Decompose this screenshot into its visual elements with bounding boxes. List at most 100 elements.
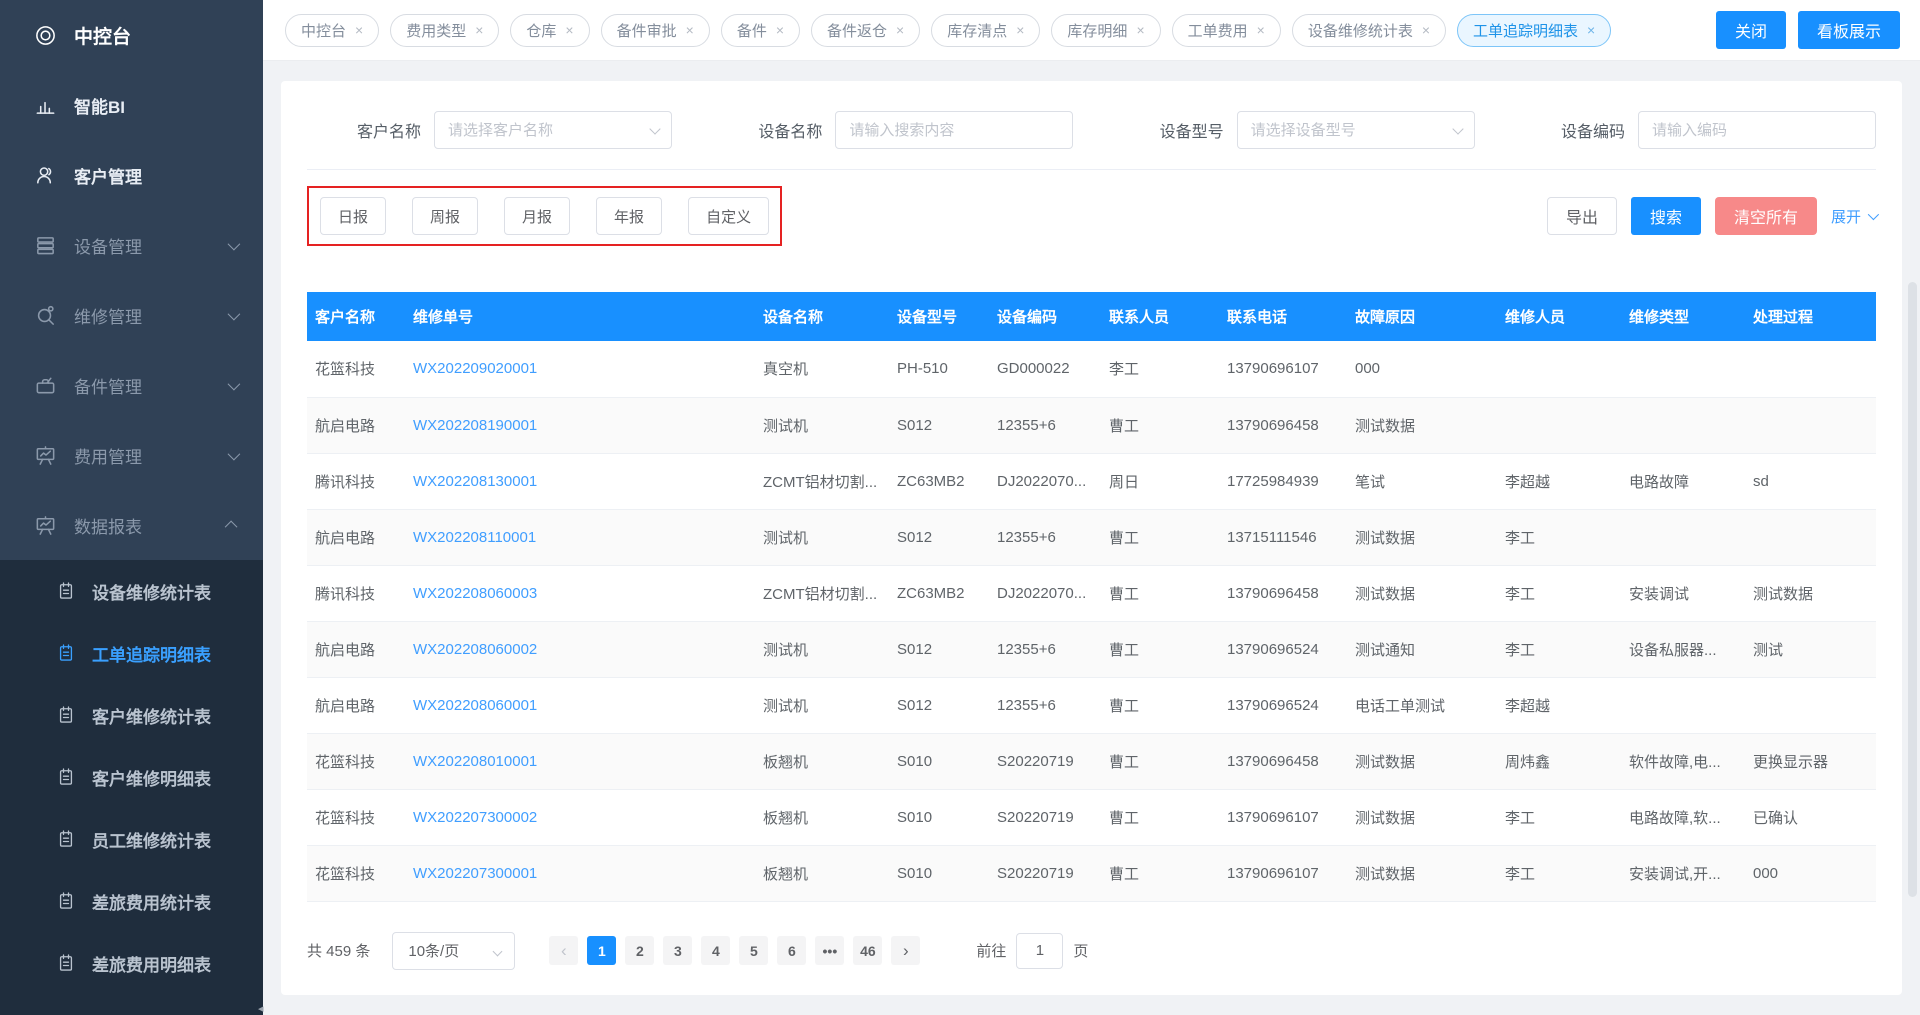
sidebar-subitem-travel-cost-detail[interactable]: 差旅费用明细表 — [0, 932, 263, 994]
close-icon[interactable]: × — [1422, 23, 1430, 37]
order-number-link[interactable]: WX202207300002 — [413, 809, 537, 826]
sidebar-logo[interactable]: 中控台 — [0, 0, 263, 70]
page-size-select[interactable]: 10条/页 — [392, 932, 515, 970]
sidebar-item-smart-bi[interactable]: 智能BI — [0, 70, 263, 140]
sidebar-item-device-mgmt[interactable]: 设备管理 — [0, 210, 263, 280]
chevron-down-icon — [228, 447, 241, 460]
report-range-daily[interactable]: 日报 — [320, 197, 386, 235]
sidebar-subitem-travel-cost-stats[interactable]: 差旅费用统计表 — [0, 870, 263, 932]
table-row: 腾讯科技WX202208060003ZCMT铝材切割...ZC63MB2DJ20… — [307, 565, 1876, 621]
close-icon[interactable]: × — [1587, 23, 1595, 37]
sidebar-collapse-handle[interactable]: ◂ — [258, 1002, 264, 1015]
customer-name-select[interactable] — [434, 111, 672, 149]
close-icon[interactable]: × — [475, 23, 483, 37]
column-header: 维修单号 — [405, 292, 755, 341]
order-number-link[interactable]: WX202208110001 — [413, 529, 536, 546]
expand-toggle[interactable]: 展开 — [1831, 206, 1876, 227]
device-name-input[interactable] — [835, 111, 1073, 149]
sidebar-subitem-label: 设备维修统计表 — [92, 579, 211, 604]
order-number-link[interactable]: WX202208060002 — [413, 641, 537, 658]
clear-all-button[interactable]: 清空所有 — [1715, 197, 1817, 235]
table-cell: 航启电路 — [307, 621, 405, 677]
close-icon[interactable]: × — [1257, 23, 1265, 37]
tab-workorder-tracking-detail[interactable]: 工单追踪明细表 × — [1457, 14, 1611, 47]
tab-parts[interactable]: 备件 × — [721, 14, 800, 47]
tab-workorder-cost[interactable]: 工单费用 × — [1172, 14, 1281, 47]
prev-page-button[interactable]: ‹ — [549, 936, 578, 965]
table-cell: sd — [1745, 453, 1876, 509]
sidebar-subitem-device-repair-stats[interactable]: 设备维修统计表 — [0, 560, 263, 622]
sidebar-item-data-report[interactable]: 数据报表 — [0, 490, 263, 560]
next-page-button[interactable]: › — [891, 936, 920, 965]
order-number-link[interactable]: WX202209020001 — [413, 360, 537, 377]
tab-device-repair-stats[interactable]: 设备维修统计表 × — [1292, 14, 1446, 47]
order-number-link[interactable]: WX202208010001 — [413, 753, 537, 770]
order-number-link[interactable]: WX202208190001 — [413, 417, 537, 434]
sidebar-item-label: 备件管理 — [74, 373, 211, 398]
page-button-2[interactable]: 2 — [625, 936, 654, 965]
table-cell: DJ2022070... — [989, 453, 1101, 509]
table-cell: 13790696458 — [1219, 565, 1347, 621]
tab-warehouse[interactable]: 仓库 × — [510, 14, 589, 47]
app-title: 中控台 — [74, 22, 131, 49]
table-cell: S012 — [889, 677, 989, 733]
column-header: 设备编码 — [989, 292, 1101, 341]
tab-inventory-check[interactable]: 库存清点 × — [931, 14, 1040, 47]
search-button[interactable]: 搜索 — [1631, 197, 1701, 235]
close-button[interactable]: 关闭 — [1716, 11, 1786, 49]
page-list: 123456 ••• 46 — [587, 936, 882, 965]
sidebar-subitem-employee-repair-stats[interactable]: 员工维修统计表 — [0, 808, 263, 870]
device-model-select[interactable] — [1237, 111, 1475, 149]
tab-cost-type[interactable]: 费用类型 × — [390, 14, 499, 47]
order-number-link[interactable]: WX202208060001 — [413, 697, 537, 714]
close-icon[interactable]: × — [355, 23, 363, 37]
sidebar-item-customer-mgmt[interactable]: 客户管理 — [0, 140, 263, 210]
sidebar-subitem-customer-repair-detail[interactable]: 客户维修明细表 — [0, 746, 263, 808]
page-button-46[interactable]: 46 — [853, 936, 882, 965]
goto-page: 前往 页 — [976, 933, 1088, 969]
table-cell: 航启电路 — [307, 509, 405, 565]
goto-suffix: 页 — [1073, 940, 1088, 961]
report-range-yearly[interactable]: 年报 — [596, 197, 662, 235]
close-icon[interactable]: × — [1136, 23, 1144, 37]
sidebar-item-repair-mgmt[interactable]: 维修管理 — [0, 280, 263, 350]
order-number-link[interactable]: WX202207300001 — [413, 865, 537, 882]
close-icon[interactable]: × — [565, 23, 573, 37]
report-range-custom[interactable]: 自定义 — [688, 197, 769, 235]
tab-console[interactable]: 中控台 × — [285, 14, 379, 47]
close-icon[interactable]: × — [776, 23, 784, 37]
goto-label: 前往 — [976, 940, 1006, 961]
report-range-monthly[interactable]: 月报 — [504, 197, 570, 235]
close-icon[interactable]: × — [686, 23, 694, 37]
page-button-3[interactable]: 3 — [663, 936, 692, 965]
report-range-weekly[interactable]: 周报 — [412, 197, 478, 235]
more-pages-button[interactable]: ••• — [815, 936, 844, 965]
tab-inventory-detail[interactable]: 库存明细 × — [1051, 14, 1160, 47]
close-icon[interactable]: × — [896, 23, 904, 37]
page-button-1[interactable]: 1 — [587, 936, 616, 965]
page-button-6[interactable]: 6 — [777, 936, 806, 965]
board-display-button[interactable]: 看板展示 — [1798, 11, 1900, 49]
chart-icon — [34, 94, 57, 117]
goto-page-input[interactable] — [1016, 933, 1063, 969]
order-number-link[interactable]: WX202208130001 — [413, 473, 537, 490]
order-number-link[interactable]: WX202208060003 — [413, 585, 537, 602]
export-button[interactable]: 导出 — [1547, 197, 1617, 235]
sidebar-item-cost-mgmt[interactable]: 费用管理 — [0, 420, 263, 490]
table-cell: 设备私服器... — [1621, 621, 1745, 677]
filter-label: 客户名称 — [357, 118, 421, 142]
sidebar-subitem-label: 客户维修明细表 — [92, 765, 211, 790]
page-button-5[interactable]: 5 — [739, 936, 768, 965]
table-cell: ZC63MB2 — [889, 565, 989, 621]
close-icon[interactable]: × — [1016, 23, 1024, 37]
scrollbar-thumb[interactable] — [1908, 282, 1917, 897]
sidebar-subitem-customer-repair-stats[interactable]: 客户维修统计表 — [0, 684, 263, 746]
tab-parts-return[interactable]: 备件返仓 × — [811, 14, 920, 47]
sidebar-subitem-workorder-tracking-detail[interactable]: 工单追踪明细表 — [0, 622, 263, 684]
sidebar-item-label: 维修管理 — [74, 303, 211, 328]
device-code-input[interactable] — [1638, 111, 1876, 149]
page-button-4[interactable]: 4 — [701, 936, 730, 965]
table-cell: S010 — [889, 845, 989, 901]
sidebar-item-parts-mgmt[interactable]: 备件管理 — [0, 350, 263, 420]
tab-parts-approval[interactable]: 备件审批 × — [601, 14, 710, 47]
